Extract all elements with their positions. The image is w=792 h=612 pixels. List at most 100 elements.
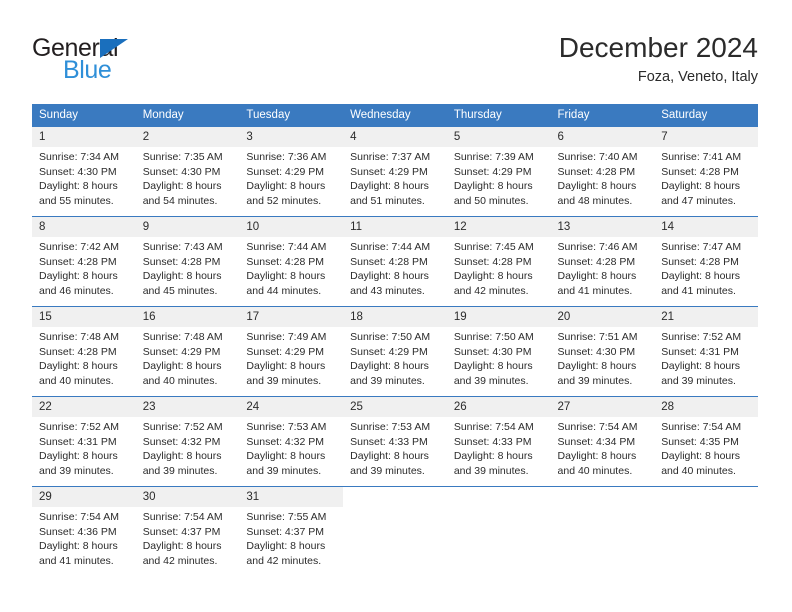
day-cell[interactable]: 27 Sunrise: 7:54 AM Sunset: 4:34 PM Dayl… bbox=[550, 396, 655, 487]
day-cell[interactable]: 30 Sunrise: 7:54 AM Sunset: 4:37 PM Dayl… bbox=[135, 486, 240, 576]
day-cell[interactable]: 19 Sunrise: 7:50 AM Sunset: 4:30 PM Dayl… bbox=[446, 306, 551, 397]
day-cell[interactable]: 24 Sunrise: 7:53 AM Sunset: 4:32 PM Dayl… bbox=[239, 396, 344, 487]
day-cell-empty bbox=[654, 486, 758, 576]
daylight-text-line1: Daylight: 8 hours bbox=[39, 180, 118, 193]
sunrise-text: Sunrise: 7:54 AM bbox=[557, 421, 638, 433]
daylight-text-line1: Daylight: 8 hours bbox=[246, 450, 326, 463]
day-cell[interactable]: 13 Sunrise: 7:46 AM Sunset: 4:28 PM Dayl… bbox=[550, 216, 655, 307]
day-number: 16 bbox=[135, 307, 240, 327]
daylight-text-line1: Daylight: 8 hours bbox=[246, 540, 326, 553]
daylight-text-line1: Daylight: 8 hours bbox=[557, 360, 637, 373]
day-cell[interactable]: 21 Sunrise: 7:52 AM Sunset: 4:31 PM Dayl… bbox=[654, 306, 758, 397]
sunset-text: Sunset: 4:30 PM bbox=[39, 165, 117, 178]
sunrise-text: Sunrise: 7:44 AM bbox=[350, 241, 431, 253]
sunset-text: Sunset: 4:30 PM bbox=[453, 345, 532, 358]
daylight-text-line2: and 42 minutes. bbox=[453, 284, 529, 297]
sunset-text: Sunset: 4:28 PM bbox=[557, 255, 636, 268]
day-cell[interactable]: 31 Sunrise: 7:55 AM Sunset: 4:37 PM Dayl… bbox=[239, 486, 344, 576]
daylight-text-line2: and 43 minutes. bbox=[350, 284, 425, 297]
day-cell[interactable]: 29 Sunrise: 7:54 AM Sunset: 4:36 PM Dayl… bbox=[32, 486, 136, 576]
day-cell-empty bbox=[446, 486, 551, 576]
weekday-header-saturday: Saturday bbox=[654, 104, 758, 127]
day-number: 3 bbox=[239, 127, 344, 147]
day-cell[interactable]: 26 Sunrise: 7:54 AM Sunset: 4:33 PM Dayl… bbox=[446, 396, 551, 487]
daylight-text-line1: Daylight: 8 hours bbox=[453, 270, 533, 283]
day-cell[interactable]: 14 Sunrise: 7:47 AM Sunset: 4:28 PM Dayl… bbox=[654, 216, 758, 307]
day-number: 23 bbox=[135, 397, 240, 417]
calendar-grid: Sunday Monday Tuesday Wednesday Thursday… bbox=[32, 104, 758, 576]
day-details: Sunrise: 7:48 AM Sunset: 4:28 PM Dayligh… bbox=[32, 327, 136, 388]
day-cell[interactable]: 16 Sunrise: 7:48 AM Sunset: 4:29 PM Dayl… bbox=[135, 306, 240, 397]
daylight-text-line2: and 48 minutes. bbox=[557, 194, 633, 207]
daylight-text-line1: Daylight: 8 hours bbox=[39, 540, 118, 553]
day-cell[interactable]: 2 Sunrise: 7:35 AM Sunset: 4:30 PM Dayli… bbox=[135, 127, 240, 217]
daylight-text-line1: Daylight: 8 hours bbox=[661, 270, 741, 283]
day-cell[interactable]: 22 Sunrise: 7:52 AM Sunset: 4:31 PM Dayl… bbox=[32, 396, 136, 487]
day-cell[interactable]: 17 Sunrise: 7:49 AM Sunset: 4:29 PM Dayl… bbox=[239, 306, 344, 397]
daylight-text-line1: Daylight: 8 hours bbox=[246, 360, 326, 373]
calendar-week-row: 8 Sunrise: 7:42 AM Sunset: 4:28 PM Dayli… bbox=[32, 216, 758, 307]
day-number: 4 bbox=[343, 127, 447, 147]
day-details: Sunrise: 7:52 AM Sunset: 4:31 PM Dayligh… bbox=[32, 417, 136, 478]
daylight-text-line1: Daylight: 8 hours bbox=[350, 360, 429, 373]
daylight-text-line1: Daylight: 8 hours bbox=[246, 270, 326, 283]
day-cell[interactable]: 11 Sunrise: 7:44 AM Sunset: 4:28 PM Dayl… bbox=[343, 216, 447, 307]
day-cell[interactable]: 8 Sunrise: 7:42 AM Sunset: 4:28 PM Dayli… bbox=[32, 216, 136, 307]
logo-text-blue: Blue bbox=[63, 56, 112, 84]
day-cell[interactable]: 25 Sunrise: 7:53 AM Sunset: 4:33 PM Dayl… bbox=[343, 396, 447, 487]
day-number: 17 bbox=[239, 307, 344, 327]
general-blue-logo[interactable]: General Blue bbox=[32, 34, 242, 90]
sunset-text: Sunset: 4:30 PM bbox=[142, 165, 221, 178]
page-title: December 2024 bbox=[558, 32, 758, 63]
day-details: Sunrise: 7:40 AM Sunset: 4:28 PM Dayligh… bbox=[551, 147, 655, 208]
day-number: 15 bbox=[32, 307, 136, 327]
daylight-text-line2: and 40 minutes. bbox=[142, 374, 218, 387]
day-cell[interactable]: 18 Sunrise: 7:50 AM Sunset: 4:29 PM Dayl… bbox=[343, 306, 447, 397]
sunrise-text: Sunrise: 7:35 AM bbox=[142, 151, 223, 163]
day-cell[interactable]: 6 Sunrise: 7:40 AM Sunset: 4:28 PM Dayli… bbox=[550, 127, 655, 217]
sunset-text: Sunset: 4:37 PM bbox=[246, 525, 325, 538]
day-cell[interactable]: 5 Sunrise: 7:39 AM Sunset: 4:29 PM Dayli… bbox=[446, 127, 551, 217]
sunrise-text: Sunrise: 7:49 AM bbox=[246, 331, 327, 343]
daylight-text-line2: and 39 minutes. bbox=[453, 374, 529, 387]
day-number: 2 bbox=[135, 127, 240, 147]
day-cell[interactable]: 4 Sunrise: 7:37 AM Sunset: 4:29 PM Dayli… bbox=[343, 127, 447, 217]
day-cell[interactable]: 1 Sunrise: 7:34 AM Sunset: 4:30 PM Dayli… bbox=[32, 127, 136, 217]
day-details: Sunrise: 7:53 AM Sunset: 4:33 PM Dayligh… bbox=[343, 417, 447, 478]
day-details: Sunrise: 7:42 AM Sunset: 4:28 PM Dayligh… bbox=[32, 237, 136, 298]
day-cell[interactable]: 23 Sunrise: 7:52 AM Sunset: 4:32 PM Dayl… bbox=[135, 396, 240, 487]
day-details: Sunrise: 7:46 AM Sunset: 4:28 PM Dayligh… bbox=[551, 237, 655, 298]
sunrise-text: Sunrise: 7:37 AM bbox=[350, 151, 431, 163]
daylight-text-line2: and 44 minutes. bbox=[246, 284, 322, 297]
day-cell[interactable]: 3 Sunrise: 7:36 AM Sunset: 4:29 PM Dayli… bbox=[239, 127, 344, 217]
sunrise-text: Sunrise: 7:52 AM bbox=[39, 421, 119, 433]
sunrise-text: Sunrise: 7:39 AM bbox=[453, 151, 534, 163]
day-cell[interactable]: 20 Sunrise: 7:51 AM Sunset: 4:30 PM Dayl… bbox=[550, 306, 655, 397]
sunrise-text: Sunrise: 7:46 AM bbox=[557, 241, 638, 253]
sunset-text: Sunset: 4:28 PM bbox=[39, 345, 117, 358]
daylight-text-line2: and 46 minutes. bbox=[39, 284, 114, 297]
calendar-week-row: 22 Sunrise: 7:52 AM Sunset: 4:31 PM Dayl… bbox=[32, 396, 758, 487]
day-number bbox=[343, 487, 447, 507]
sunset-text: Sunset: 4:33 PM bbox=[350, 435, 428, 448]
daylight-text-line1: Daylight: 8 hours bbox=[142, 360, 222, 373]
day-cell[interactable]: 15 Sunrise: 7:48 AM Sunset: 4:28 PM Dayl… bbox=[32, 306, 136, 397]
daylight-text-line1: Daylight: 8 hours bbox=[39, 360, 118, 373]
sunrise-text: Sunrise: 7:34 AM bbox=[39, 151, 119, 163]
daylight-text-line2: and 40 minutes. bbox=[557, 464, 633, 477]
day-cell[interactable]: 10 Sunrise: 7:44 AM Sunset: 4:28 PM Dayl… bbox=[239, 216, 344, 307]
day-details: Sunrise: 7:43 AM Sunset: 4:28 PM Dayligh… bbox=[136, 237, 240, 298]
daylight-text-line2: and 39 minutes. bbox=[661, 374, 736, 387]
day-cell[interactable]: 28 Sunrise: 7:54 AM Sunset: 4:35 PM Dayl… bbox=[654, 396, 758, 487]
day-cell[interactable]: 7 Sunrise: 7:41 AM Sunset: 4:28 PM Dayli… bbox=[654, 127, 758, 217]
day-cell[interactable]: 12 Sunrise: 7:45 AM Sunset: 4:28 PM Dayl… bbox=[446, 216, 551, 307]
sunset-text: Sunset: 4:28 PM bbox=[39, 255, 117, 268]
daylight-text-line1: Daylight: 8 hours bbox=[350, 180, 429, 193]
weekday-header-tuesday: Tuesday bbox=[239, 104, 344, 127]
sunrise-text: Sunrise: 7:52 AM bbox=[142, 421, 223, 433]
day-number: 27 bbox=[550, 397, 655, 417]
day-cell[interactable]: 9 Sunrise: 7:43 AM Sunset: 4:28 PM Dayli… bbox=[135, 216, 240, 307]
daylight-text-line1: Daylight: 8 hours bbox=[142, 450, 222, 463]
daylight-text-line1: Daylight: 8 hours bbox=[661, 450, 741, 463]
sunset-text: Sunset: 4:28 PM bbox=[557, 165, 636, 178]
